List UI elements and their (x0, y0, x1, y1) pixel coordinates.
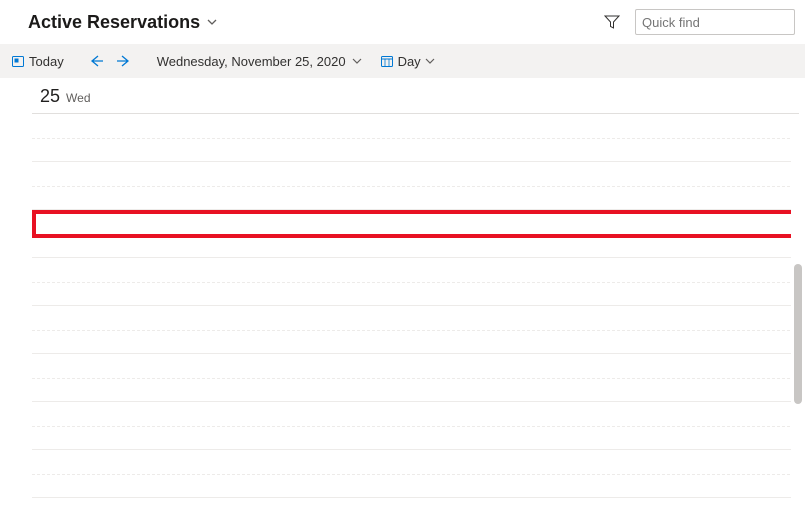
vertical-scrollbar[interactable] (791, 114, 805, 522)
day-name: Wed (66, 91, 90, 107)
time-slot[interactable]: 2p (32, 354, 805, 402)
chevron-down-icon (206, 16, 218, 28)
chevron-down-icon (352, 56, 362, 66)
search-box[interactable] (635, 9, 795, 35)
today-button[interactable]: Today (6, 52, 69, 71)
day-number: 25 (40, 86, 60, 107)
calendar-today-icon (11, 54, 25, 68)
prev-button[interactable] (85, 50, 107, 72)
time-gutter (4, 78, 28, 522)
chevron-down-icon (425, 56, 435, 66)
time-slot[interactable] (32, 114, 805, 162)
arrow-left-icon (88, 54, 104, 68)
today-label: Today (29, 54, 64, 69)
time-slot[interactable]: 4p (32, 450, 805, 498)
time-slot[interactable]: 11a (32, 210, 805, 258)
view-mode-picker[interactable]: Day (374, 52, 441, 71)
date-picker[interactable]: Wednesday, November 25, 2020 (151, 52, 368, 71)
calendar-toolbar: Today Wednesday, November 25, 2020 Day (0, 44, 805, 78)
time-slot[interactable]: 3p (32, 402, 805, 450)
view-mode-label: Day (398, 54, 421, 69)
search-input[interactable] (642, 15, 805, 30)
filter-button[interactable] (599, 9, 625, 35)
time-slot[interactable]: 10a (32, 162, 805, 210)
time-slot[interactable]: 5p (32, 498, 805, 522)
arrow-right-icon (116, 54, 132, 68)
scrollbar-thumb[interactable] (794, 264, 802, 404)
calendar-icon (380, 54, 394, 68)
time-slot[interactable]: 1p (32, 306, 805, 354)
page-title: Active Reservations (28, 12, 200, 33)
current-date-label: Wednesday, November 25, 2020 (157, 54, 346, 69)
calendar-grid[interactable]: 10a11a12p1p2p3p4p5p (32, 114, 805, 522)
next-button[interactable] (113, 50, 135, 72)
day-column-header[interactable]: 25 Wed (32, 78, 799, 114)
view-selector[interactable]: Active Reservations (28, 12, 218, 33)
time-slot[interactable]: 12p (32, 258, 805, 306)
funnel-icon (604, 14, 620, 30)
